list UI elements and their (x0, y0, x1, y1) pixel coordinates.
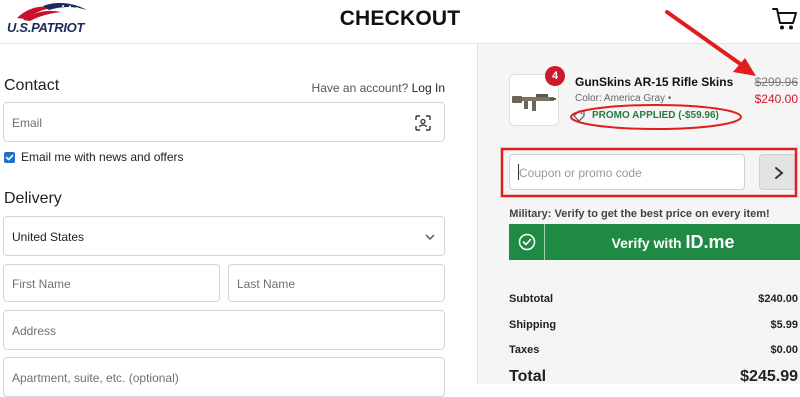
sale-price: $240.00 (754, 92, 798, 106)
taxes-label: Taxes (509, 344, 540, 356)
taxes-value: $0.00 (770, 344, 798, 356)
subtotal-value: $240.00 (758, 293, 798, 305)
order-summary: 4 GunSkins AR-15 Rifle Skins Color: Amer… (477, 44, 800, 385)
page-title: CHECKOUT (339, 7, 461, 30)
first-name-field[interactable]: First Name (3, 264, 220, 302)
total-value: $245.99 (740, 368, 798, 385)
checkmark-icon (5, 154, 14, 161)
login-prompt: Have an account? Log In (312, 81, 445, 95)
promo-applied-text: PROMO APPLIED (-$59.96) (592, 110, 719, 121)
country-value: United States (12, 230, 85, 244)
shipping-value: $5.99 (770, 319, 798, 331)
checkout-header: U.S.PATRIOT CHECKOUT (0, 0, 800, 44)
address-field[interactable]: Address (3, 310, 445, 350)
verify-prefix: Verify with (611, 235, 682, 251)
verify-check-area (509, 224, 545, 260)
chevron-down-icon (425, 234, 435, 240)
first-name-placeholder: First Name (12, 277, 71, 291)
apartment-field[interactable]: Apartment, suite, etc. (optional) (3, 357, 445, 397)
variant-separator: • (667, 93, 672, 104)
contact-scan-icon[interactable] (415, 115, 431, 131)
last-name-field[interactable]: Last Name (228, 264, 445, 302)
email-field[interactable]: Email (3, 102, 445, 142)
coupon-input[interactable]: Coupon or promo code (509, 154, 745, 190)
chevron-right-icon (775, 167, 784, 179)
apartment-placeholder: Apartment, suite, etc. (optional) (12, 371, 179, 385)
verify-button-label: Verify with ID.me (545, 232, 800, 253)
coupon-placeholder: Coupon or promo code (519, 166, 642, 180)
tag-icon (573, 110, 585, 122)
email-placeholder: Email (12, 116, 43, 130)
variant-text: Color: America Gray (575, 93, 666, 104)
address-placeholder: Address (12, 324, 57, 338)
check-circle-icon (518, 233, 536, 251)
subtotal-label: Subtotal (509, 293, 553, 305)
original-price: $299.96 (754, 75, 798, 89)
verify-idme-button[interactable]: Verify with ID.me (509, 224, 800, 260)
cart-icon[interactable] (772, 6, 798, 32)
military-prompt: Military: Verify to get the best price o… (509, 208, 770, 220)
product-variant: Color: America Gray • (575, 93, 671, 104)
total-label: Total (509, 368, 547, 385)
country-select[interactable]: United States (3, 216, 445, 256)
delivery-heading: Delivery (4, 190, 62, 207)
last-name-placeholder: Last Name (237, 277, 296, 291)
quantity-badge: 4 (545, 66, 565, 86)
login-link[interactable]: Log In (412, 81, 445, 95)
idme-brand: ID.me (685, 232, 735, 252)
newsletter-checkbox[interactable] (4, 152, 15, 163)
apply-coupon-button[interactable] (759, 154, 797, 190)
newsletter-label[interactable]: Email me with news and offers (21, 150, 184, 164)
product-name: GunSkins AR-15 Rifle Skins (575, 75, 734, 89)
checkout-form: Contact Have an account? Log In Email Em… (0, 44, 477, 397)
account-prompt-text: Have an account? (311, 81, 409, 95)
shipping-label: Shipping (509, 319, 557, 331)
contact-heading: Contact (4, 77, 60, 94)
